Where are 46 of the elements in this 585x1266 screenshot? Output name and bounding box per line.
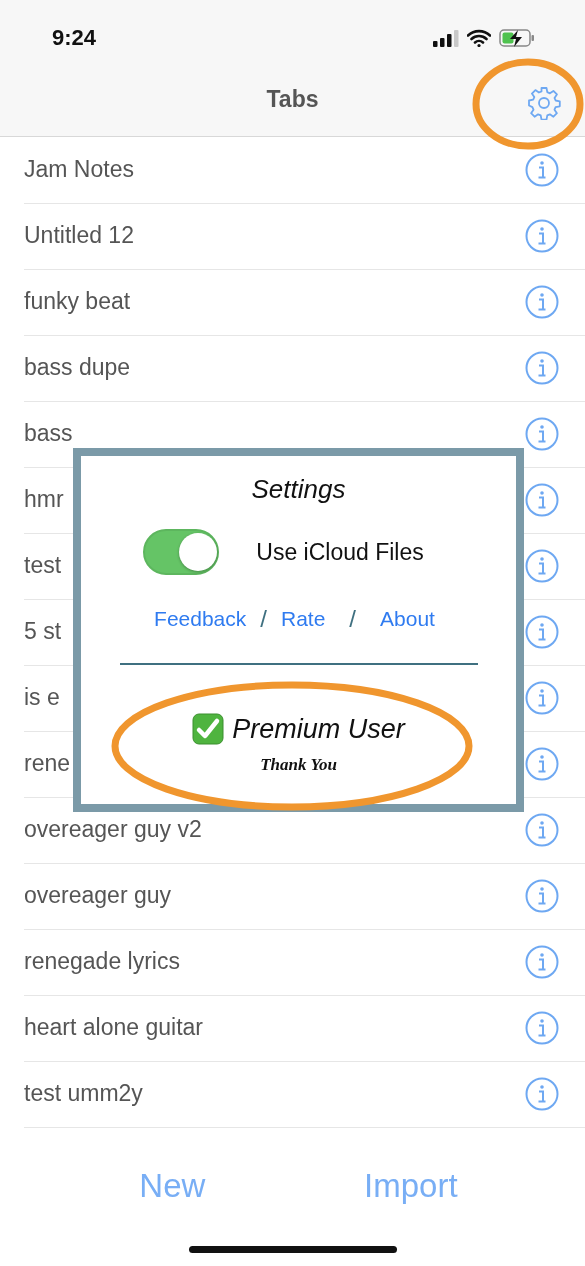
status-time: 9:24 [52, 24, 97, 51]
info-icon[interactable] [525, 1076, 559, 1111]
tab-name[interactable]: bass dupe [24, 354, 131, 381]
tab-name[interactable]: test [24, 552, 62, 579]
link[interactable]: About [380, 607, 435, 631]
tab-name[interactable]: is e [24, 684, 60, 711]
info-icon[interactable] [525, 284, 559, 319]
info-icon[interactable] [525, 746, 559, 781]
tab-name[interactable]: overeager guy v2 [24, 816, 202, 843]
tab-name[interactable]: renegade lyrics [24, 948, 180, 975]
tab-name[interactable]: rene [24, 750, 71, 777]
separator-slash: / [349, 605, 356, 633]
tab-name[interactable]: bass [24, 420, 73, 447]
info-icon[interactable] [525, 1010, 559, 1045]
tab-name[interactable]: 5 st [24, 618, 62, 645]
premium-label: Premium User [232, 713, 405, 745]
link[interactable]: Feedback [154, 607, 247, 631]
tab-name[interactable]: overeager guy [24, 882, 172, 909]
battery-icon [499, 29, 535, 47]
tab-name[interactable]: Untitled 12 [24, 222, 134, 249]
link[interactable]: Rate [281, 607, 326, 631]
wifi-icon [467, 29, 491, 47]
info-icon[interactable] [525, 482, 559, 517]
tab-name[interactable]: Jam Notes [24, 156, 134, 183]
nav-title: Tabs [266, 85, 319, 113]
icloud-toggle[interactable] [143, 529, 220, 575]
info-icon[interactable] [525, 350, 559, 385]
info-icon[interactable] [525, 878, 559, 913]
separator-slash: / [260, 605, 267, 633]
signal-icon [433, 29, 459, 47]
info-icon[interactable] [525, 944, 559, 979]
info-icon[interactable] [525, 614, 559, 649]
info-icon[interactable] [525, 548, 559, 583]
tab-name[interactable]: funky beat [24, 288, 131, 315]
tab-name[interactable]: heart alone guitar [24, 1014, 203, 1041]
info-icon[interactable] [525, 218, 559, 253]
info-icon[interactable] [525, 152, 559, 187]
toggle-label: Use iCloud Files [256, 538, 424, 566]
info-icon[interactable] [525, 680, 559, 715]
settings-icon[interactable] [527, 86, 561, 120]
thank-you-note: Thank You [260, 755, 337, 775]
info-icon[interactable] [525, 416, 559, 451]
info-icon[interactable] [525, 812, 559, 847]
tab-name[interactable]: hmr [24, 486, 64, 513]
popup-title: Settings [251, 474, 346, 505]
tab-name[interactable]: test umm2y [24, 1080, 143, 1107]
